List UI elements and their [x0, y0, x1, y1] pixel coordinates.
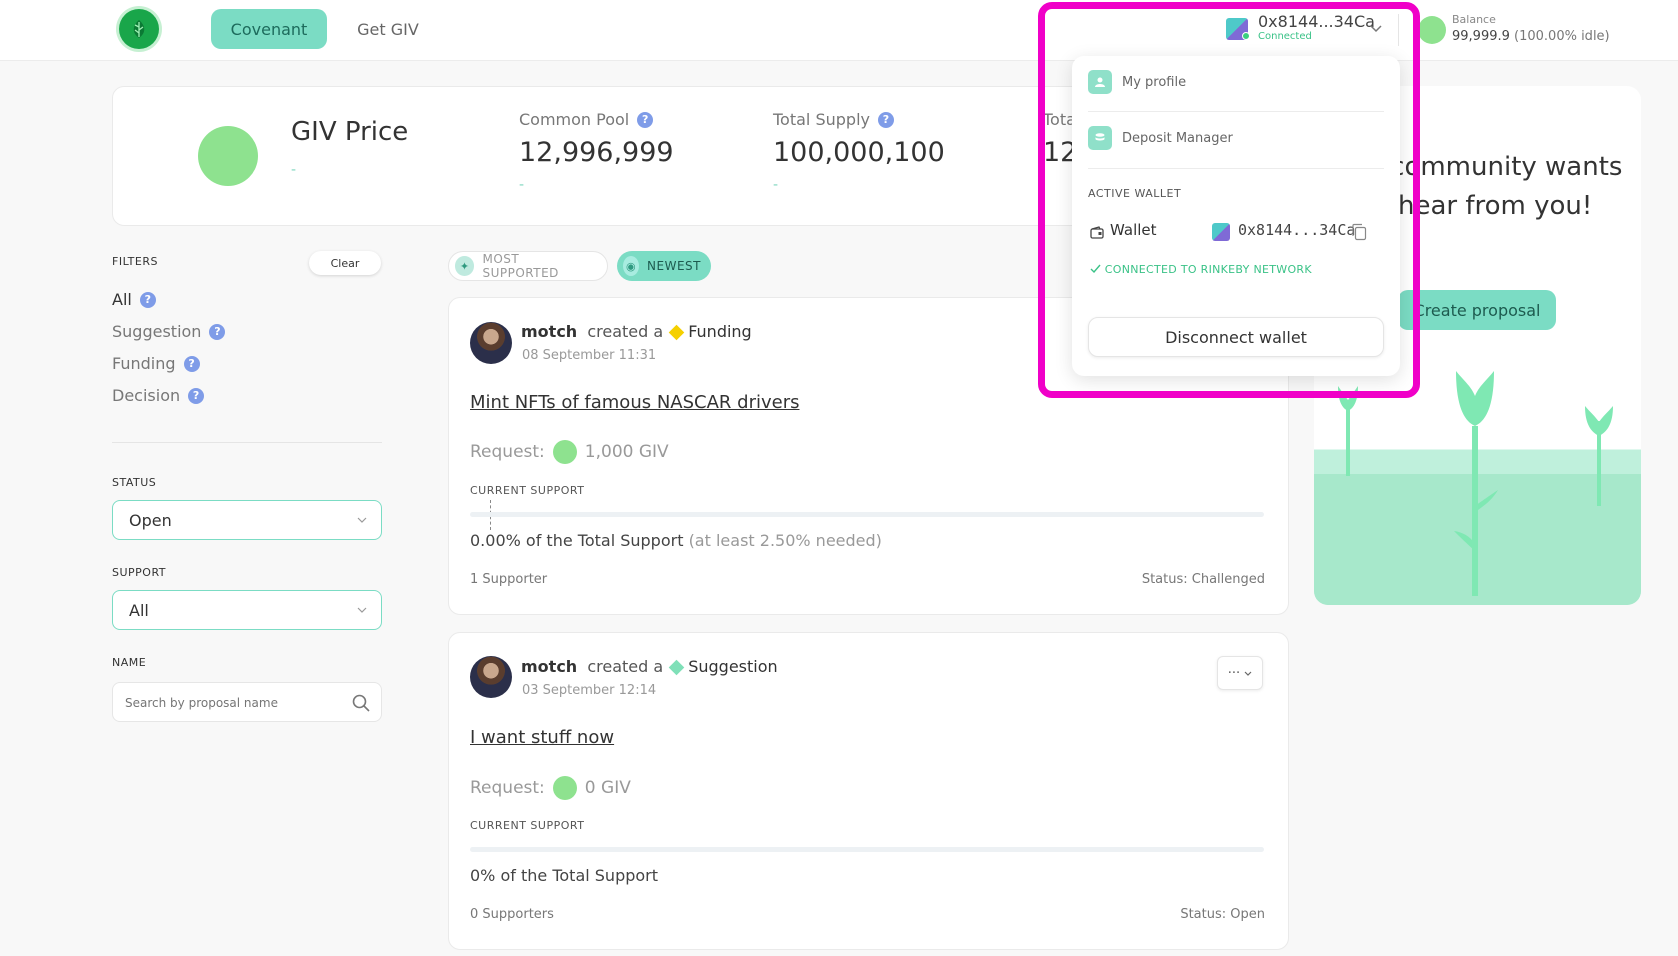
- giv-token-icon: [552, 776, 577, 800]
- support-label: SUPPORT: [112, 566, 167, 579]
- support-percent: 0.00% of the Total Support: [470, 531, 684, 550]
- proposal-status: Status: Challenged: [1141, 572, 1265, 587]
- nav-covenant[interactable]: Covenant: [211, 9, 327, 49]
- common-pool-label-text: Common Pool: [519, 110, 630, 129]
- sort-most-supported[interactable]: ✦ MOST SUPPORTED: [448, 251, 608, 281]
- support-progress-bar: [470, 847, 1264, 852]
- proposal-status: Status: Open: [1180, 907, 1265, 922]
- filter-decision-label: Decision: [112, 386, 181, 405]
- chevron-down-icon: [357, 605, 367, 616]
- supporters-count: 1 Supporter: [470, 572, 548, 587]
- balance-value: 99,999.9 (100.00% idle): [1452, 29, 1610, 44]
- most-supported-icon: ✦: [455, 256, 475, 276]
- name-search-field[interactable]: [112, 682, 382, 722]
- chevron-down-icon: [357, 515, 367, 526]
- proposal-author-line: motch created a Suggestion: [521, 657, 778, 676]
- giv-token-icon: [552, 440, 577, 464]
- current-support-label: CURRENT SUPPORT: [470, 484, 585, 497]
- request-value: 1,000 GIV: [584, 442, 669, 462]
- name-label: NAME: [112, 656, 147, 669]
- support-needed: (at least 2.50% needed): [688, 531, 882, 550]
- more-dots-icon: ···: [1227, 665, 1241, 681]
- total-supply-value: 100,000,100: [773, 137, 945, 168]
- giv-price-value: -: [291, 162, 297, 178]
- proposal-date: 03 September 12:14: [522, 683, 657, 698]
- proposal-date: 08 September 11:31: [522, 348, 657, 363]
- giv-price-icon: [198, 126, 258, 186]
- created-a-text: created a: [587, 657, 664, 676]
- proposal-request: Request: 1,000 GIV: [470, 440, 669, 464]
- highlight-annotation: [1038, 2, 1420, 398]
- newest-icon: ◉: [623, 256, 640, 276]
- proposal-title-link[interactable]: I want stuff now: [470, 727, 614, 748]
- filter-funding-label: Funding: [112, 354, 176, 373]
- author-avatar[interactable]: [470, 322, 512, 364]
- common-pool-sub: -: [519, 177, 525, 193]
- support-progress-bar: [470, 512, 1264, 517]
- status-select[interactable]: Open: [112, 500, 382, 540]
- giv-token-icon: [1418, 16, 1446, 44]
- status-label: STATUS: [112, 476, 157, 489]
- help-icon[interactable]: ?: [637, 111, 654, 128]
- giveth-logo-icon[interactable]: [119, 9, 159, 49]
- search-input[interactable]: [125, 693, 345, 713]
- total-supply-sub: -: [773, 177, 779, 193]
- proposal-request: Request: 0 GIV: [470, 776, 631, 800]
- help-icon[interactable]: ?: [209, 323, 226, 340]
- proposal-title-link[interactable]: Mint NFTs of famous NASCAR drivers: [470, 392, 799, 413]
- supporters-count: 0 Supporters: [470, 907, 554, 922]
- proposal-type: Suggestion: [688, 657, 778, 676]
- proposal-type: Funding: [688, 322, 752, 341]
- common-pool-label: Common Pool?: [519, 110, 654, 129]
- request-label: Request:: [470, 442, 545, 462]
- filters-divider: [112, 442, 382, 443]
- clear-filters-button[interactable]: Clear: [309, 251, 381, 275]
- author-name[interactable]: motch: [521, 657, 577, 676]
- support-text: 0.00% of the Total Support (at least 2.5…: [470, 531, 882, 550]
- filters-title: FILTERS: [112, 255, 158, 268]
- nav-get-giv[interactable]: Get GIV: [348, 9, 428, 49]
- help-icon[interactable]: ?: [877, 111, 894, 128]
- sort-newest-label: NEWEST: [647, 259, 701, 273]
- sort-newest[interactable]: ◉ NEWEST: [617, 251, 711, 281]
- giv-price-title: GIV Price: [291, 117, 409, 147]
- current-support-label: CURRENT SUPPORT: [470, 819, 585, 832]
- plants-illustration: [1338, 371, 1613, 596]
- request-value: 0 GIV: [584, 778, 631, 798]
- total-supply-label: Total Supply?: [773, 110, 894, 129]
- more-options-button[interactable]: ···: [1217, 656, 1263, 690]
- search-icon[interactable]: [351, 693, 371, 717]
- funding-diamond-icon: [668, 324, 685, 341]
- sort-most-supported-label: MOST SUPPORTED: [482, 252, 559, 280]
- create-proposal-button[interactable]: Create proposal: [1398, 290, 1556, 330]
- support-select-value: All: [129, 600, 149, 620]
- balance-idle: (100.00% idle): [1514, 29, 1610, 44]
- filter-funding[interactable]: Funding?: [112, 354, 200, 373]
- common-pool-value: 12,996,999: [519, 137, 674, 168]
- chevron-down-icon: [1244, 671, 1252, 676]
- filter-decision[interactable]: Decision?: [112, 386, 205, 405]
- proposal-author-line: motch created a Funding: [521, 322, 752, 341]
- status-select-value: Open: [129, 510, 172, 530]
- author-name[interactable]: motch: [521, 322, 577, 341]
- filter-all-label: All: [112, 290, 132, 309]
- total-supply-label-text: Total Supply: [773, 110, 870, 129]
- support-select[interactable]: All: [112, 590, 382, 630]
- filter-suggestion-label: Suggestion: [112, 322, 202, 341]
- author-avatar[interactable]: [470, 656, 512, 698]
- filter-suggestion[interactable]: Suggestion?: [112, 322, 226, 341]
- request-label: Request:: [470, 778, 545, 798]
- balance-amount: 99,999.9: [1452, 29, 1510, 44]
- filter-all[interactable]: All?: [112, 290, 156, 309]
- support-text: 0% of the Total Support: [470, 866, 659, 885]
- balance-label: Balance: [1452, 13, 1496, 26]
- created-a-text: created a: [587, 322, 664, 341]
- help-icon[interactable]: ?: [183, 355, 200, 372]
- help-icon[interactable]: ?: [139, 291, 156, 308]
- suggestion-diamond-icon: [668, 659, 685, 676]
- help-icon[interactable]: ?: [188, 387, 205, 404]
